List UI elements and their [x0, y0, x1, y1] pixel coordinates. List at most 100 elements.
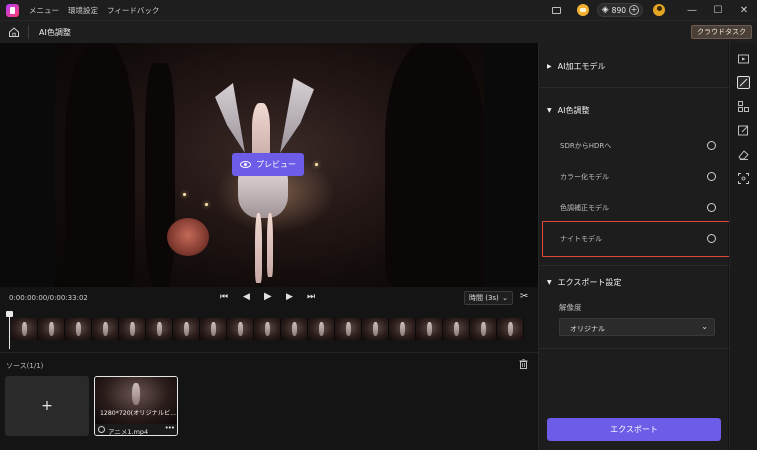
- cloud-tasks-button[interactable]: クラウドタスク: [691, 25, 752, 39]
- resolution-label: 解像度: [559, 303, 582, 312]
- timeline-frame: [497, 318, 524, 340]
- caret-right-icon: ▶: [547, 63, 552, 70]
- video-enhance-icon[interactable]: [737, 53, 750, 66]
- app-logo: [6, 3, 19, 17]
- caret-down-icon: ▼: [547, 107, 552, 114]
- resolution-value: オリジナル: [570, 325, 605, 333]
- credit-count: 890: [611, 5, 626, 15]
- option-color-correction[interactable]: 色調補正モデル: [543, 193, 737, 221]
- option-night-model[interactable]: ナイトモデル: [543, 224, 737, 252]
- timeline-frame: [443, 318, 470, 340]
- section-ai-color[interactable]: ▼ AI色調整: [547, 105, 589, 116]
- eraser-icon[interactable]: [737, 148, 750, 161]
- header-divider: [28, 25, 29, 39]
- add-media-button[interactable]: +: [5, 376, 89, 436]
- caret-down-icon: ▼: [547, 279, 552, 286]
- preview-button[interactable]: プレビュー: [232, 153, 304, 176]
- eye-icon: [240, 161, 251, 168]
- media-item[interactable]: 1280*720(オリジナルビ... アニメ1.mp4 •••: [94, 376, 178, 436]
- page-title: AI色調整: [39, 28, 71, 37]
- timeline-frame: [92, 318, 119, 340]
- timeline-frame: [254, 318, 281, 340]
- plus-icon: +: [41, 398, 53, 414]
- video-preview[interactable]: プレビュー: [0, 43, 538, 287]
- timeline-frame: [65, 318, 92, 340]
- option-colorize[interactable]: カラー化モデル: [543, 162, 737, 190]
- timeline-frame: [470, 318, 497, 340]
- skip-to-end-icon[interactable]: ⏭: [307, 292, 315, 302]
- timeline-frame: [227, 318, 254, 340]
- media-resolution: 1280*720(オリジナルビ...: [100, 410, 177, 417]
- title-bar: メニュー 環境設定 フィードバック ◈ 890 + — ☐ ✕: [0, 0, 757, 20]
- option-radio[interactable]: [707, 172, 716, 181]
- step-forward-icon[interactable]: ▶: [286, 292, 293, 302]
- user-avatar-icon[interactable]: [653, 4, 665, 16]
- playback-bar: 0:00:00:00/0:00:33:02 ⏮ ◀ ▶ ▶ ⏭ 時間 (3s) …: [0, 287, 538, 309]
- credit-balance[interactable]: ◈ 890 +: [596, 3, 643, 17]
- timeline-frame: [200, 318, 227, 340]
- settings-panel: ▶ AI加工モデル ▼ AI色調整 SDRからHDRへ カラー化モデル 色調補正モデ…: [538, 43, 729, 450]
- section-divider: [539, 87, 729, 88]
- home-icon[interactable]: [8, 26, 20, 38]
- minimize-icon[interactable]: —: [679, 5, 705, 16]
- skip-to-start-icon[interactable]: ⏮: [220, 292, 228, 302]
- add-credits-icon[interactable]: +: [629, 5, 639, 15]
- timeline-frame: [389, 318, 416, 340]
- timeline-frame: [416, 318, 443, 340]
- section-ai-model[interactable]: ▶ AI加工モデル: [547, 61, 605, 72]
- page-header: AI色調整 クラウドタスク: [0, 20, 757, 43]
- edit-icon[interactable]: [737, 124, 750, 137]
- option-radio[interactable]: [707, 141, 716, 150]
- coin-icon[interactable]: [576, 4, 589, 16]
- step-back-icon[interactable]: ◀: [243, 292, 250, 302]
- export-button-label: エクスポート: [610, 425, 658, 434]
- preview-button-label: プレビュー: [256, 160, 296, 169]
- timeline-frame: [335, 318, 362, 340]
- timeline-frame: [119, 318, 146, 340]
- timeline-zoom-select[interactable]: 時間 (3s) ⌄: [464, 291, 513, 305]
- section-export-settings[interactable]: ▼ エクスポート設定: [547, 277, 621, 288]
- timeline-frame: [38, 318, 65, 340]
- option-label: SDRからHDRへ: [560, 142, 612, 150]
- resolution-select[interactable]: オリジナル ⌄: [559, 318, 715, 336]
- close-icon[interactable]: ✕: [731, 5, 757, 16]
- option-label: カラー化モデル: [560, 173, 609, 181]
- media-filename: アニメ1.mp4: [108, 428, 149, 436]
- timeline-frame: [308, 318, 335, 340]
- timeline[interactable]: [0, 309, 538, 352]
- filmstrip: [11, 318, 527, 340]
- maximize-icon[interactable]: ☐: [705, 5, 731, 16]
- section-export-label: エクスポート設定: [557, 278, 622, 287]
- chevron-down-icon: ⌄: [701, 322, 708, 331]
- timeline-frame: [11, 318, 38, 340]
- chevron-down-icon: ⌄: [502, 294, 508, 302]
- media-footer: アニメ1.mp4 •••: [95, 424, 177, 436]
- timeline-frame: [362, 318, 389, 340]
- option-radio[interactable]: [707, 203, 716, 212]
- playhead-handle[interactable]: [6, 311, 13, 349]
- side-toolbar: [729, 43, 757, 450]
- scan-icon[interactable]: [737, 172, 750, 185]
- menu-main[interactable]: メニュー: [29, 5, 59, 16]
- menu-preferences[interactable]: 環境設定: [68, 5, 98, 16]
- monitor-icon[interactable]: [551, 6, 561, 14]
- option-radio[interactable]: [707, 234, 716, 243]
- export-button[interactable]: エクスポート: [547, 418, 721, 441]
- color-adjust-icon[interactable]: [737, 76, 750, 89]
- section-divider: [539, 348, 729, 349]
- frame-interpolation-icon[interactable]: [737, 100, 750, 113]
- timeline-zoom-value: 時間 (3s): [469, 294, 499, 302]
- more-options-icon[interactable]: •••: [165, 424, 175, 432]
- timeline-frame: [281, 318, 308, 340]
- play-icon[interactable]: ▶: [264, 291, 272, 302]
- option-label: 色調補正モデル: [560, 204, 609, 212]
- scissors-icon[interactable]: ✂: [520, 291, 528, 302]
- sources-label: ソース(1/1): [6, 362, 44, 370]
- diamond-icon: ◈: [601, 5, 609, 15]
- section-divider: [539, 265, 729, 266]
- timecode: 0:00:00:00/0:00:33:02: [9, 294, 88, 302]
- option-sdr-to-hdr[interactable]: SDRからHDRへ: [543, 131, 737, 159]
- menu-feedback[interactable]: フィードバック: [107, 5, 159, 16]
- sources-panel: ソース(1/1) + 1280*720(オリジナルビ... アニメ1.mp4 •…: [0, 352, 538, 450]
- trash-icon[interactable]: [519, 359, 528, 369]
